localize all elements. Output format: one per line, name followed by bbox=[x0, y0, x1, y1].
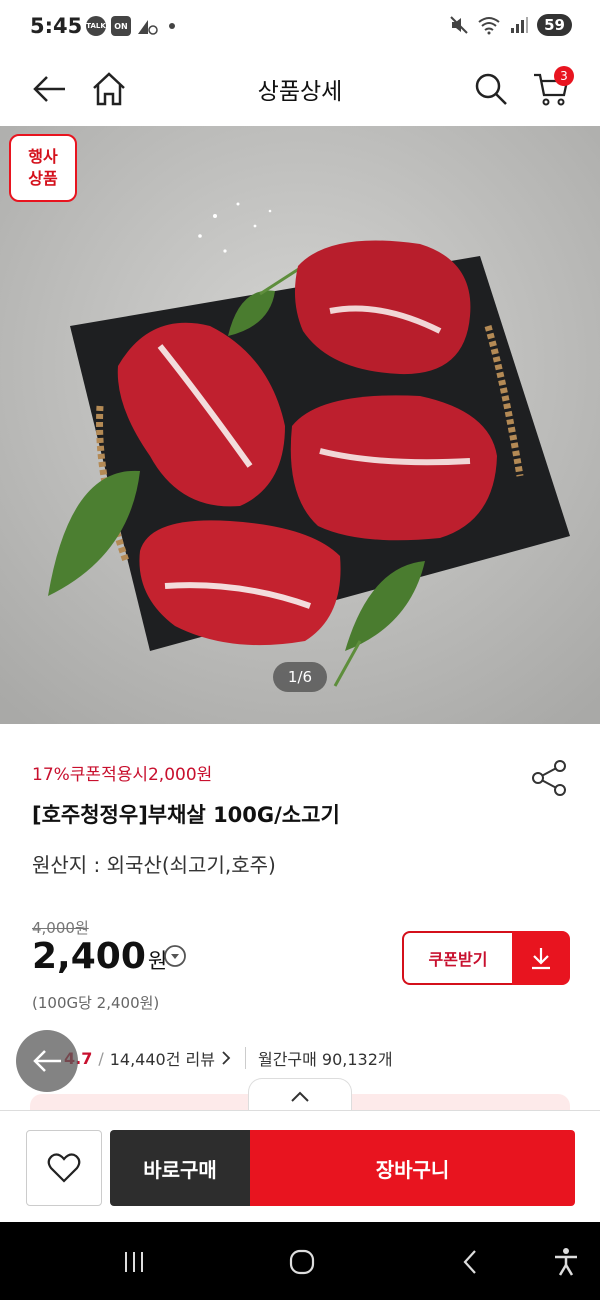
battery-indicator: 59 bbox=[537, 14, 572, 36]
product-name: [호주청정우]부채살 100G/소고기 bbox=[32, 803, 340, 827]
product-photo bbox=[0, 126, 600, 724]
share-icon bbox=[532, 760, 566, 796]
on-icon: ON bbox=[111, 16, 131, 36]
status-time: 5:45 bbox=[30, 14, 83, 38]
recent-apps-icon bbox=[125, 1252, 143, 1272]
unit-price: (100G당 2,400원) bbox=[32, 994, 160, 1012]
mute-icon bbox=[450, 16, 468, 34]
status-bar: 5:45 TALK ON 59 bbox=[0, 0, 600, 54]
kakaotalk-icon: TALK bbox=[86, 16, 106, 36]
expand-options-tab[interactable] bbox=[248, 1078, 352, 1114]
divider bbox=[244, 1047, 246, 1069]
original-price: 4,000원 bbox=[32, 919, 89, 937]
cart-button[interactable]: 3 bbox=[526, 64, 576, 114]
price-value: 2,400 bbox=[32, 936, 146, 977]
back-nav-button[interactable] bbox=[448, 1240, 492, 1284]
event-product-badge: 행사 상품 bbox=[9, 134, 77, 202]
share-button[interactable] bbox=[530, 758, 570, 798]
chevron-up-icon bbox=[291, 1091, 309, 1102]
search-button[interactable] bbox=[466, 64, 516, 114]
heart-icon bbox=[47, 1153, 81, 1183]
rating-separator: / bbox=[98, 1048, 104, 1068]
download-icon-box bbox=[512, 931, 570, 985]
coupon-promo-text: 17%쿠폰적용시2,000원 bbox=[32, 765, 213, 785]
arrow-left-icon bbox=[33, 1050, 61, 1072]
chevron-down-circle-icon bbox=[164, 945, 186, 967]
purchase-action-bar: 바로구매 장바구니 bbox=[0, 1110, 600, 1222]
recent-apps-button[interactable] bbox=[112, 1240, 156, 1284]
coupon-button-label: 쿠폰받기 bbox=[402, 931, 512, 985]
notification-icons: TALK ON bbox=[86, 16, 175, 36]
accessibility-button[interactable] bbox=[544, 1240, 588, 1284]
floating-back-button[interactable] bbox=[16, 1030, 78, 1092]
system-navigation-bar bbox=[0, 1222, 600, 1300]
product-image-carousel[interactable]: 행사 상품 1/6 bbox=[0, 126, 600, 724]
home-circle-icon bbox=[289, 1249, 315, 1275]
origin-info: 원산지 : 외국산(쇠고기,호주) bbox=[32, 853, 276, 877]
cell-signal-icon bbox=[511, 17, 529, 33]
image-page-indicator: 1/6 bbox=[273, 662, 327, 692]
home-nav-button[interactable] bbox=[280, 1240, 324, 1284]
wishlist-button[interactable] bbox=[26, 1130, 102, 1206]
wifi-icon bbox=[478, 17, 500, 35]
more-notifications-icon bbox=[169, 23, 175, 29]
header: 상품상세 3 bbox=[0, 54, 600, 126]
chevron-left-icon bbox=[463, 1250, 476, 1274]
signal-info-icon bbox=[138, 20, 158, 35]
buy-now-button[interactable]: 바로구매 bbox=[110, 1130, 250, 1206]
coupon-download-button[interactable]: 쿠폰받기 bbox=[402, 931, 570, 985]
monthly-purchases: 월간구매 90,132개 bbox=[257, 1050, 393, 1069]
review-summary: 4.7 / 14,440건 리뷰 월간구매 90,132개 bbox=[32, 1046, 393, 1070]
add-to-cart-button[interactable]: 장바구니 bbox=[250, 1130, 575, 1206]
accessibility-icon bbox=[555, 1248, 577, 1276]
review-count-link[interactable]: 14,440건 리뷰 bbox=[110, 1046, 215, 1070]
chevron-right-icon bbox=[222, 1051, 231, 1065]
download-icon bbox=[532, 948, 550, 970]
search-icon bbox=[475, 73, 507, 105]
system-icons: 59 bbox=[449, 14, 572, 36]
price-detail-toggle[interactable] bbox=[163, 944, 187, 968]
cart-count-badge: 3 bbox=[554, 66, 574, 86]
sale-price: 2,400 원 bbox=[32, 936, 167, 977]
